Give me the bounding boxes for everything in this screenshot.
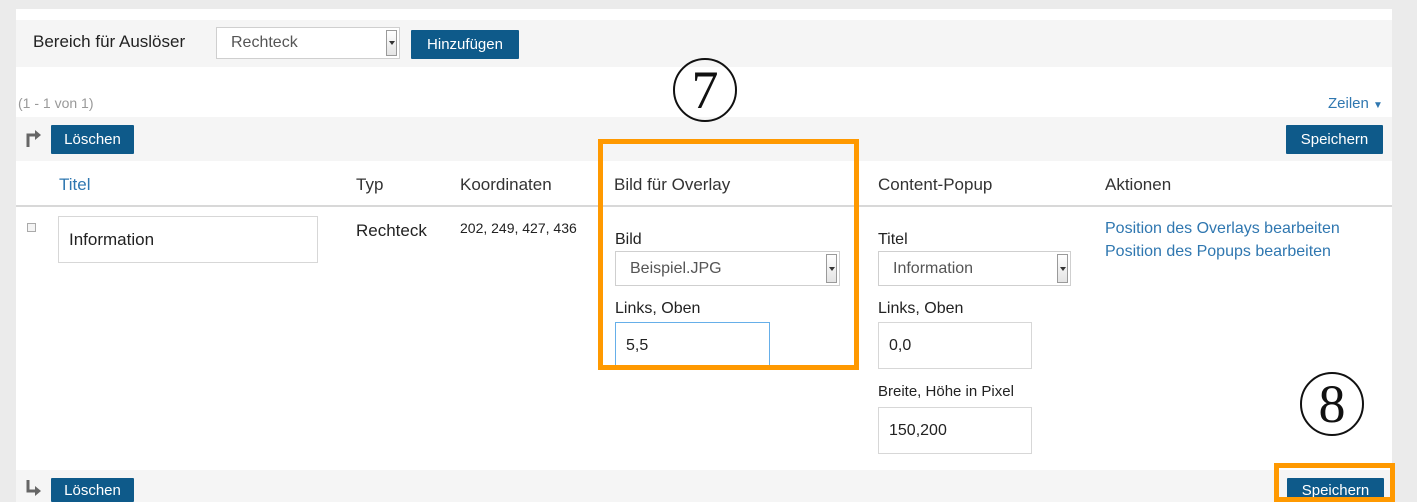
step-8-badge: 8 [1300, 372, 1364, 436]
pagination-range: (1 - 1 von 1) [18, 95, 94, 111]
row-type: Rechteck [356, 221, 427, 240]
title-input[interactable]: Information [58, 216, 318, 263]
delete-button-top[interactable]: Löschen [51, 125, 134, 154]
row-checkbox[interactable] [27, 223, 36, 232]
bulk-action-arrow-icon [25, 128, 43, 153]
step-7-badge: 7 [673, 58, 737, 122]
edit-overlay-position-link[interactable]: Position des Overlays bearbeiten [1105, 220, 1340, 238]
column-header-type: Typ [356, 175, 384, 194]
column-header-actions: Aktionen [1105, 175, 1172, 194]
chevron-down-icon [1057, 254, 1068, 283]
add-button[interactable]: Hinzufügen [411, 30, 519, 59]
chevron-down-icon [386, 30, 397, 56]
popup-title-label: Titel [878, 231, 908, 248]
column-header-title[interactable]: Titel [59, 175, 91, 195]
popup-size-label: Breite, Höhe in Pixel [878, 383, 1014, 400]
popup-position-label: Links, Oben [878, 300, 964, 317]
save-button-top[interactable]: Speichern [1286, 125, 1383, 154]
highlight-overlay-column [598, 139, 859, 370]
caret-down-icon: ▼ [1373, 100, 1383, 111]
bottom-toolbar [16, 470, 1392, 502]
popup-position-input[interactable]: 0,0 [878, 322, 1032, 369]
trigger-area-select-value: Rechteck [231, 34, 298, 51]
popup-title-select[interactable]: Information [878, 251, 1071, 286]
delete-button-bottom[interactable]: Löschen [51, 478, 134, 502]
popup-size-input[interactable]: 150,200 [878, 407, 1032, 454]
column-header-content-popup: Content-Popup [878, 175, 993, 194]
edit-popup-position-link[interactable]: Position des Popups bearbeiten [1105, 243, 1331, 261]
highlight-save-button [1274, 463, 1395, 502]
row-coordinates: 202, 249, 427, 436 [460, 220, 577, 236]
rows-label: Zeilen [1328, 95, 1369, 112]
popup-title-select-value: Information [893, 259, 974, 277]
column-header-coordinates: Koordinaten [460, 175, 552, 194]
trigger-area-select[interactable]: Rechteck [216, 27, 400, 59]
rows-dropdown[interactable]: Zeilen ▼ [1328, 95, 1383, 112]
trigger-area-label: Bereich für Auslöser [33, 32, 186, 51]
bulk-action-arrow-icon [25, 479, 43, 502]
